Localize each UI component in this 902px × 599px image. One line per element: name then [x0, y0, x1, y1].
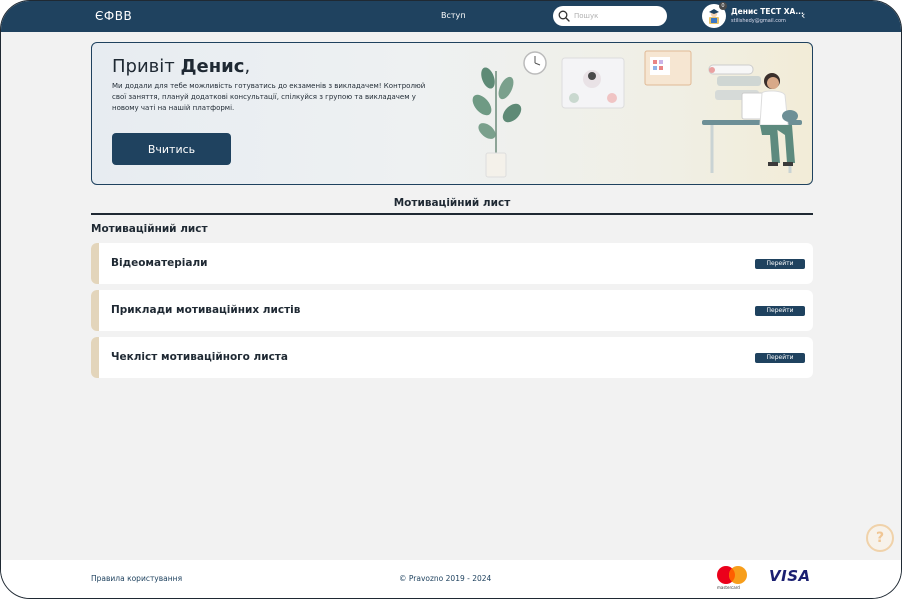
greeting-text: Привіт: [112, 56, 181, 77]
banner-title: Привіт Денис,: [112, 56, 250, 77]
person-at-desk-illustration: [702, 73, 802, 173]
banner-description: Ми додали для тебе можливість готуватись…: [112, 82, 426, 112]
subsection-title: Мотиваційний лист: [91, 223, 208, 235]
go-button[interactable]: Перейти: [755, 259, 805, 269]
notification-badge: 0: [719, 2, 727, 10]
search-box[interactable]: [553, 6, 667, 26]
video-call-panel: [561, 57, 625, 109]
welcome-banner: Привіт Денис, Ми додали для тебе можливі…: [91, 42, 813, 185]
avatar[interactable]: 0: [702, 2, 727, 28]
chevron-left-icon[interactable]: ‹: [801, 9, 811, 23]
section-divider: [91, 213, 813, 215]
copyright-text: © Pravozno 2019 - 2024: [399, 574, 492, 583]
nav-vstup-link[interactable]: Вступ: [441, 11, 466, 20]
go-button[interactable]: Перейти: [755, 353, 805, 363]
site-logo[interactable]: ЄФВВ: [95, 9, 132, 23]
search-icon: [558, 10, 570, 22]
top-header: ЄФВВ Вступ 0 Денис ТЕСТ ХА... stilishedy…: [1, 1, 901, 32]
banner-illustration: [472, 50, 802, 178]
card-checklist[interactable]: Чекліст мотиваційного листа Перейти: [91, 337, 813, 378]
card-label: Відеоматеріали: [111, 257, 208, 269]
section-title: Мотиваційний лист: [393, 197, 511, 209]
user-email: stilishedy@gmail.com: [731, 18, 786, 24]
card-label: Приклади мотиваційних листів: [111, 304, 301, 316]
user-name[interactable]: Денис ТЕСТ ХА...: [731, 7, 804, 16]
search-input[interactable]: [574, 12, 658, 20]
card-examples[interactable]: Приклади мотиваційних листів Перейти: [91, 290, 813, 331]
learn-button[interactable]: Вчитись: [112, 133, 231, 165]
app-frame: ЄФВВ Вступ 0 Денис ТЕСТ ХА... stilishedy…: [0, 0, 902, 599]
footer: Правила користування © Pravozno 2019 - 2…: [1, 560, 901, 598]
go-button[interactable]: Перейти: [755, 306, 805, 316]
plant-illustration: [472, 67, 522, 178]
mastercard-text: mastercard: [717, 585, 740, 590]
greeting-comma: ,: [244, 56, 251, 77]
clock-icon: [523, 51, 547, 75]
visa-logo: VISA: [769, 567, 811, 585]
card-videomaterials[interactable]: Відеоматеріали Перейти: [91, 243, 813, 284]
greeting-name: Денис: [180, 56, 245, 77]
help-icon[interactable]: ?: [866, 524, 894, 552]
calendar-illustration: [644, 50, 692, 86]
card-label: Чекліст мотиваційного листа: [111, 351, 288, 363]
terms-link[interactable]: Правила користування: [91, 574, 182, 583]
